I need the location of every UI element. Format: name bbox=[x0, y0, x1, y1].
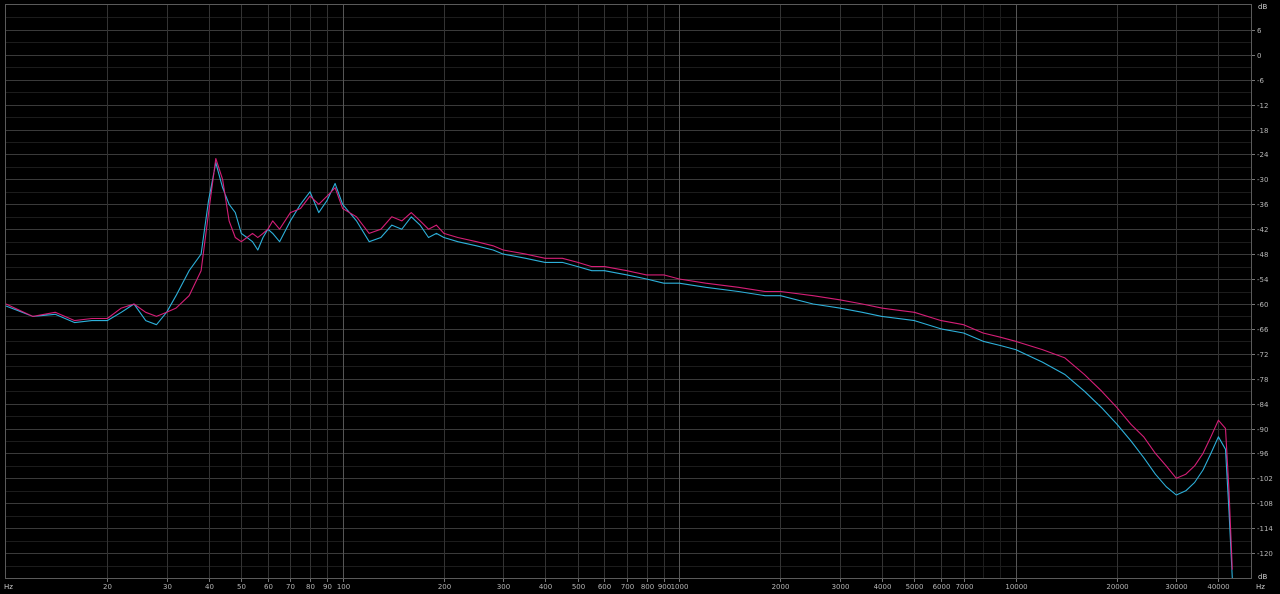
x-tick-label: 500 bbox=[572, 583, 585, 591]
x-tick-label: 70 bbox=[286, 583, 295, 591]
y-unit-top: dB bbox=[1258, 3, 1267, 11]
x-tick-label: 3000 bbox=[832, 583, 850, 591]
y-tick-label: -60 bbox=[1257, 301, 1268, 309]
x-unit-right: Hz bbox=[1256, 583, 1265, 591]
y-tick-label: -120 bbox=[1257, 550, 1273, 558]
y-tick-label: -114 bbox=[1257, 525, 1273, 533]
x-tick-label: 700 bbox=[621, 583, 634, 591]
x-tick-label: 900 bbox=[658, 583, 671, 591]
y-tick-label: 6 bbox=[1257, 27, 1262, 35]
y-tick-label: -18 bbox=[1257, 127, 1268, 135]
x-tick-label: 200 bbox=[438, 583, 451, 591]
y-unit-bottom: dB bbox=[1258, 573, 1267, 581]
y-tick-label: -54 bbox=[1257, 276, 1269, 284]
y-tick-label: -12 bbox=[1257, 102, 1268, 110]
y-tick-label: -48 bbox=[1257, 251, 1268, 259]
spectrum-chart: 20 30 40 50 60 70 80 90 100 200 300 400 500 600 700 800… bbox=[0, 0, 1280, 594]
x-tick-label: 60 bbox=[264, 583, 273, 591]
x-tick-label: 800 bbox=[641, 583, 654, 591]
x-unit-left: Hz bbox=[4, 583, 13, 591]
y-tick-label: -108 bbox=[1257, 500, 1273, 508]
x-tick-label: 30000 bbox=[1165, 583, 1187, 591]
x-tick-label: 600 bbox=[598, 583, 611, 591]
y-tick-label: -30 bbox=[1257, 176, 1268, 184]
x-tick-label: 7000 bbox=[956, 583, 974, 591]
y-tick-label: -90 bbox=[1257, 426, 1268, 434]
plot-background bbox=[0, 0, 1280, 594]
x-tick-label: 90 bbox=[323, 583, 332, 591]
x-tick-label: 5000 bbox=[906, 583, 924, 591]
x-tick-label: 300 bbox=[497, 583, 510, 591]
y-tick-label: -24 bbox=[1257, 151, 1269, 159]
x-tick-label: 4000 bbox=[874, 583, 892, 591]
x-tick-label: 20 bbox=[103, 583, 112, 591]
x-tick-label: 10000 bbox=[1005, 583, 1027, 591]
x-tick-label: 6000 bbox=[933, 583, 951, 591]
x-tick-label: 100 bbox=[337, 583, 350, 591]
x-tick-label: 30 bbox=[163, 583, 172, 591]
y-tick-label: -84 bbox=[1257, 401, 1269, 409]
x-tick-label: 400 bbox=[539, 583, 552, 591]
y-tick-label: 0 bbox=[1257, 52, 1261, 60]
y-tick-label: -72 bbox=[1257, 351, 1268, 359]
y-tick-label: -66 bbox=[1257, 326, 1269, 334]
y-tick-label: -42 bbox=[1257, 226, 1268, 234]
y-tick-label: -78 bbox=[1257, 376, 1268, 384]
x-tick-label: 50 bbox=[237, 583, 246, 591]
y-tick-label: -102 bbox=[1257, 475, 1273, 483]
y-tick-label: -6 bbox=[1257, 77, 1265, 85]
x-tick-label: 40 bbox=[205, 583, 214, 591]
x-tick-label: 80 bbox=[306, 583, 315, 591]
y-tick-label: -36 bbox=[1257, 201, 1269, 209]
x-tick-label: 20000 bbox=[1106, 583, 1128, 591]
x-tick-label: 2000 bbox=[772, 583, 790, 591]
y-tick-label: -96 bbox=[1257, 450, 1269, 458]
x-tick-label: 40000 bbox=[1207, 583, 1229, 591]
x-tick-label: 1000 bbox=[671, 583, 689, 591]
